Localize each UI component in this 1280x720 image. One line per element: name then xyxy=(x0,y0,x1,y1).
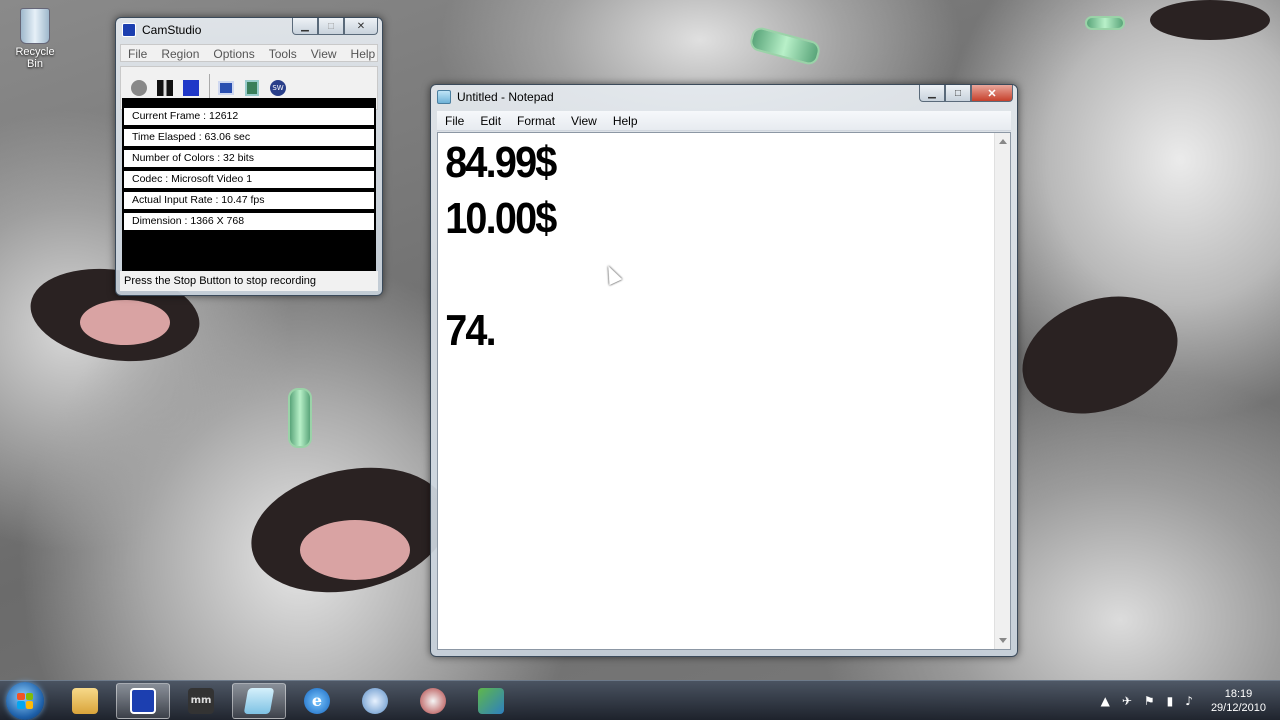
camstudio-icon xyxy=(130,687,156,714)
camstudio-title: CamStudio xyxy=(142,23,202,37)
recording-stats-panel: Current Frame : 12612 Time Elasped : 63.… xyxy=(122,98,376,271)
taskbar-media[interactable] xyxy=(406,683,460,719)
recycle-bin-icon xyxy=(20,8,50,44)
text-line xyxy=(445,247,938,303)
clock[interactable]: 18:19 29/12/2010 xyxy=(1211,687,1266,715)
pin-icon[interactable]: ✈ xyxy=(1122,694,1132,708)
menu-help[interactable]: Help xyxy=(344,45,383,61)
mm-app-icon: mm xyxy=(188,687,214,714)
dimension-stat: Dimension : 1366 X 768 xyxy=(124,213,374,230)
menu-view[interactable]: View xyxy=(563,111,605,130)
notepad-window[interactable]: Untitled - Notepad ▁ □ ✕ File Edit Forma… xyxy=(430,84,1018,657)
notepad-text[interactable]: 84.99$ 10.00$ 74. xyxy=(438,133,938,649)
notepad-app-icon xyxy=(437,90,451,104)
text-line: 74. xyxy=(445,306,496,355)
recycle-bin-label: Recycle Bin xyxy=(15,46,55,70)
system-tray: ▲ ✈ ⚑ ▮ ♪ 18:19 29/12/2010 xyxy=(1089,681,1280,720)
action-center-icon[interactable]: ⚑ xyxy=(1144,694,1155,708)
network-signal-icon[interactable]: ▮ xyxy=(1167,694,1174,708)
current-frame-stat: Current Frame : 12612 xyxy=(124,108,374,125)
close-button[interactable]: ✕ xyxy=(971,85,1013,102)
taskbar-explorer[interactable] xyxy=(58,683,112,719)
menu-format[interactable]: Format xyxy=(509,111,563,130)
camstudio-app-icon xyxy=(122,23,136,37)
volume-icon[interactable]: ♪ xyxy=(1185,694,1193,708)
minimize-button[interactable]: ▁ xyxy=(919,85,945,102)
taskbar-camstudio[interactable] xyxy=(116,682,170,719)
record-icon[interactable] xyxy=(129,78,149,98)
clock-time: 18:19 xyxy=(1224,688,1253,700)
maximize-button[interactable]: □ xyxy=(318,18,344,35)
swf-icon[interactable]: SW xyxy=(268,78,288,98)
scroll-down-icon[interactable] xyxy=(999,638,1007,643)
scroll-up-icon[interactable] xyxy=(999,139,1007,144)
messenger-icon xyxy=(478,687,504,714)
taskbar-mmfx[interactable]: mm xyxy=(174,683,228,719)
text-line: 84.99$ xyxy=(445,138,557,187)
taskbar-messenger[interactable] xyxy=(464,683,518,719)
folder-icon xyxy=(72,687,98,714)
camstudio-status-bar: Press the Stop Button to stop recording xyxy=(120,271,378,291)
taskbar-safari[interactable] xyxy=(348,683,402,719)
menu-tools[interactable]: Tools xyxy=(262,45,304,61)
media-player-icon xyxy=(420,687,446,714)
menu-options[interactable]: Options xyxy=(206,45,261,61)
region-icon[interactable] xyxy=(216,78,236,98)
taskbar: mm e ▲ ✈ ⚑ ▮ ♪ 18:19 29/12/2010 xyxy=(0,680,1280,720)
taskbar-internet-explorer[interactable]: e xyxy=(290,683,344,719)
input-rate-stat: Actual Input Rate : 10.47 fps xyxy=(124,192,374,209)
recycle-bin[interactable]: Recycle Bin xyxy=(6,6,64,70)
menu-edit[interactable]: Edit xyxy=(472,111,509,130)
vertical-scrollbar[interactable] xyxy=(994,133,1010,649)
time-elapsed-stat: Time Elasped : 63.06 sec xyxy=(124,129,374,146)
close-button[interactable]: ✕ xyxy=(344,18,378,35)
minimize-button[interactable]: ▁ xyxy=(292,18,318,35)
pause-icon[interactable] xyxy=(155,78,175,98)
camstudio-titlebar[interactable]: CamStudio ▁ □ ✕ xyxy=(116,18,382,42)
options-icon[interactable] xyxy=(242,78,262,98)
notepad-titlebar[interactable]: Untitled - Notepad ▁ □ ✕ xyxy=(431,85,1017,109)
menu-view[interactable]: View xyxy=(304,45,344,61)
color-depth-stat: Number of Colors : 32 bits xyxy=(124,150,374,167)
codec-stat: Codec : Microsoft Video 1 xyxy=(124,171,374,188)
menu-file[interactable]: File xyxy=(121,45,154,61)
taskbar-notepad[interactable] xyxy=(232,682,286,719)
clock-date: 29/12/2010 xyxy=(1210,702,1266,714)
camstudio-menubar: File Region Options Tools View Help xyxy=(120,44,378,62)
maximize-button[interactable]: □ xyxy=(945,85,971,102)
notepad-title: Untitled - Notepad xyxy=(457,90,554,104)
start-button[interactable] xyxy=(6,681,44,720)
stop-icon[interactable] xyxy=(181,78,201,98)
menu-help[interactable]: Help xyxy=(605,111,646,130)
internet-explorer-icon: e xyxy=(304,687,330,714)
text-line: 10.00$ xyxy=(445,194,557,243)
windows-logo-icon xyxy=(17,692,33,709)
menu-file[interactable]: File xyxy=(437,111,472,130)
safari-compass-icon xyxy=(362,687,388,714)
camstudio-window[interactable]: CamStudio ▁ □ ✕ File Region Options Tool… xyxy=(115,17,383,296)
notepad-icon xyxy=(243,687,275,714)
show-hidden-icons-icon[interactable]: ▲ xyxy=(1101,694,1110,708)
menu-region[interactable]: Region xyxy=(154,45,206,61)
notepad-editor[interactable]: 84.99$ 10.00$ 74. xyxy=(437,132,1011,650)
notepad-menubar: File Edit Format View Help xyxy=(437,111,1011,131)
